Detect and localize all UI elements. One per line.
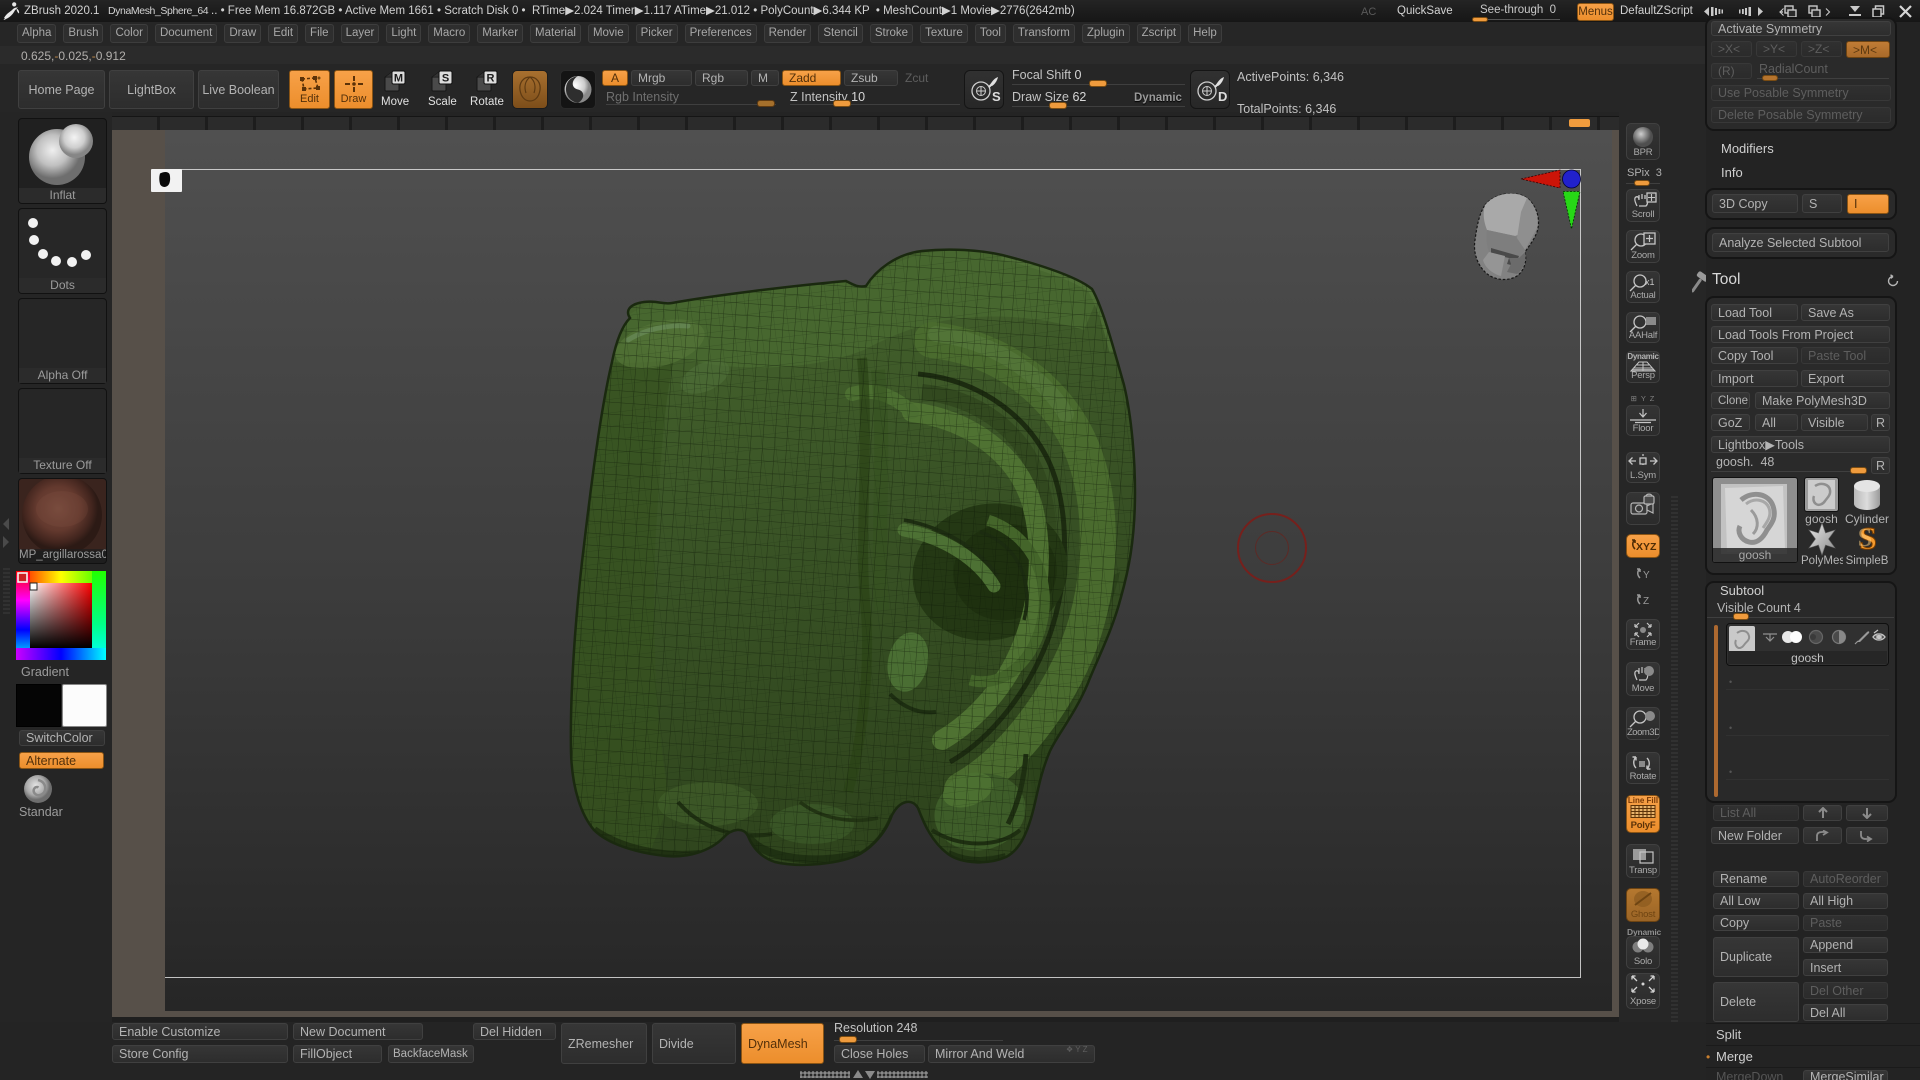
svg-text:Y: Y (1643, 570, 1650, 581)
svg-text:Z: Z (1643, 596, 1649, 607)
svg-text:D: D (1218, 89, 1227, 104)
svg-text:M: M (394, 73, 403, 85)
svg-text:x1: x1 (1645, 277, 1655, 287)
svg-text:S: S (442, 73, 449, 85)
svg-text:R: R (487, 73, 495, 85)
svg-text:S: S (1858, 523, 1872, 552)
svg-text:S: S (992, 89, 1001, 104)
svg-text:XYZ: XYZ (1636, 541, 1657, 553)
